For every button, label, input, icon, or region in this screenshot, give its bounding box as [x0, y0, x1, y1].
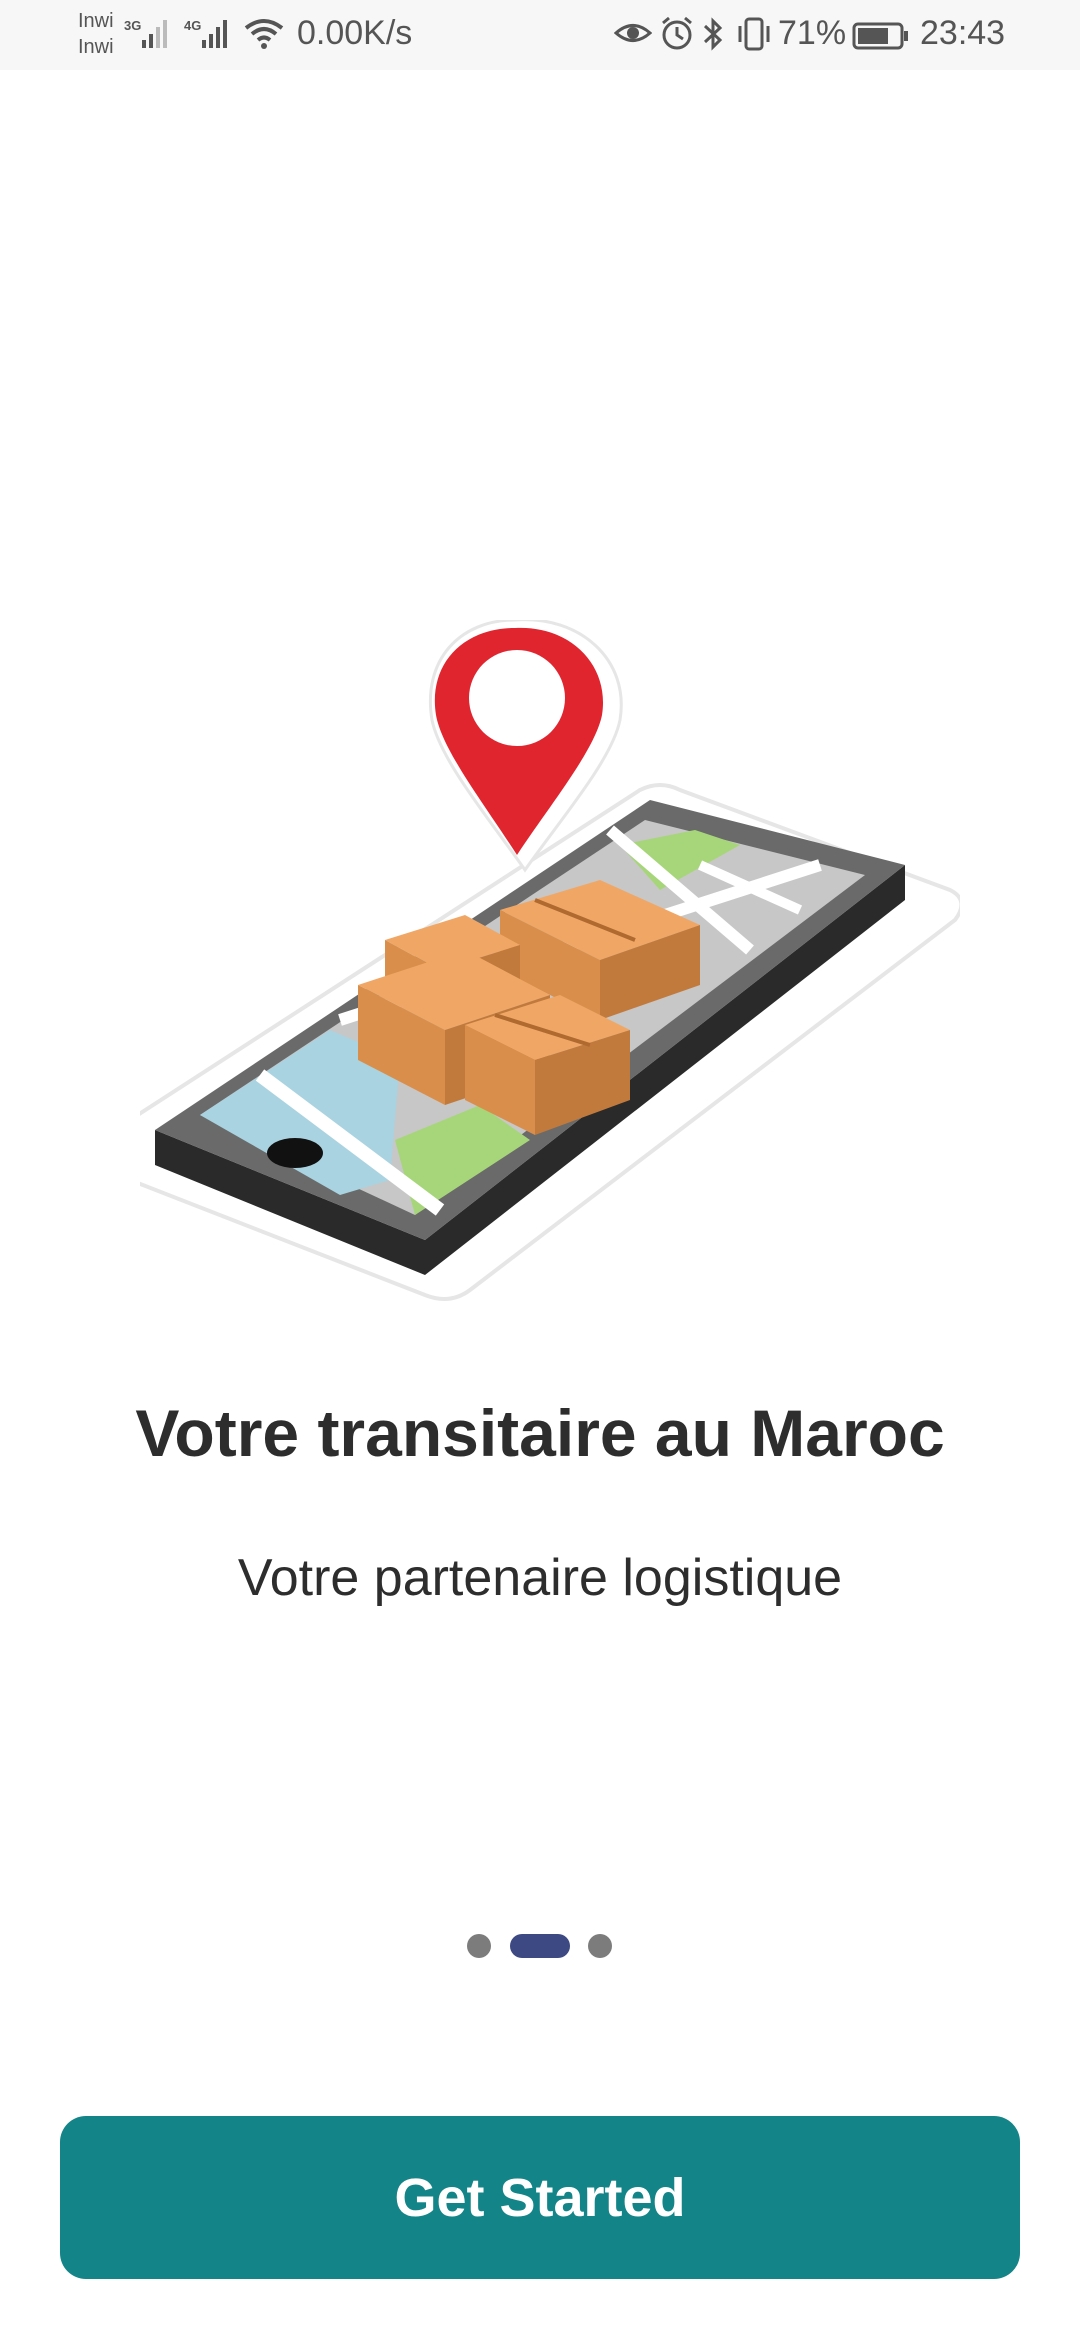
- onboarding-subtitle: Votre partenaire logistique: [237, 1549, 843, 1607]
- signal-icon: [202, 20, 227, 48]
- carrier-names: Inwi Inwi: [78, 8, 114, 60]
- network-speed-text: 0.00K/s: [297, 14, 413, 52]
- onboarding-screen: Inwi Inwi 3G 4G 0.00K/s 71% 23:43 Votre …: [0, 0, 1080, 2340]
- bluetooth-icon: [703, 17, 723, 51]
- signal-icon: [142, 20, 167, 48]
- network-type-2-label: 4G: [184, 18, 202, 33]
- battery-icon: [852, 22, 908, 50]
- get-started-button[interactable]: Get Started: [60, 2116, 1020, 2279]
- network-type-1-label: 3G: [124, 18, 142, 33]
- eye-icon: [614, 24, 652, 42]
- onboarding-title: Votre transitaire au Maroc: [135, 1396, 945, 1470]
- vibrate-icon: [738, 17, 770, 51]
- page-dot-2-active[interactable]: [510, 1934, 570, 1958]
- page-indicator: [0, 1934, 1080, 1958]
- phone-home-button: [267, 1138, 323, 1168]
- page-dot-3[interactable]: [588, 1934, 612, 1958]
- page-dot-1[interactable]: [467, 1934, 491, 1958]
- wifi-icon: [244, 19, 284, 49]
- carrier-1-label: Inwi: [78, 10, 114, 32]
- status-bar: Inwi Inwi 3G 4G 0.00K/s 71% 23:43: [0, 0, 1080, 70]
- phone-map-delivery-illustration: [140, 620, 960, 1301]
- battery-percentage: 71%: [778, 14, 847, 52]
- status-clock: 23:43: [920, 14, 1006, 52]
- carrier-2-label: Inwi: [78, 36, 114, 58]
- alarm-icon: [662, 16, 692, 50]
